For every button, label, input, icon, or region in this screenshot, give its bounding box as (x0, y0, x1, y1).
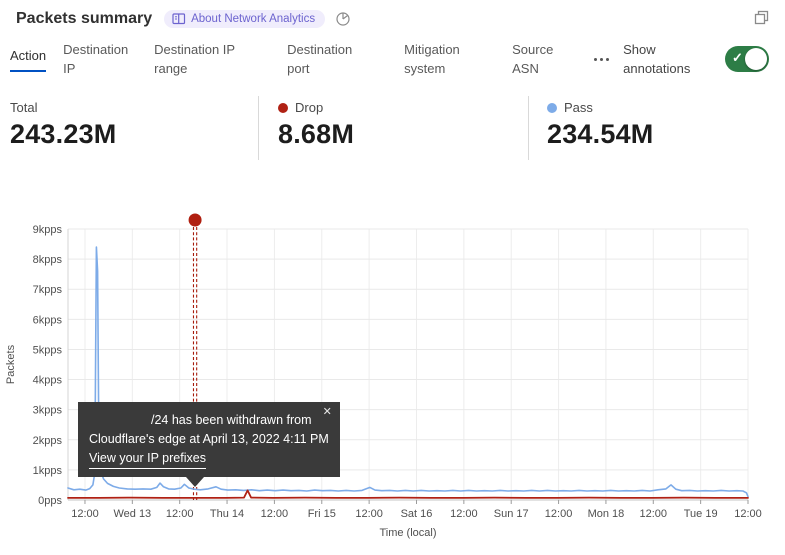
close-icon[interactable]: ✕ (323, 407, 332, 418)
x-tick-label: 12:00 (640, 508, 668, 520)
show-annotations-toggle[interactable]: ✓ (725, 46, 769, 72)
x-tick-label: Tue 19 (684, 508, 718, 520)
y-tick-label: 2kpps (33, 435, 63, 447)
y-tick-label: 3kpps (33, 405, 63, 417)
view-ip-prefixes-link[interactable]: View your IP prefixes (89, 449, 206, 469)
x-tick-label: Sun 17 (494, 508, 529, 520)
y-axis-title: Packets (5, 344, 17, 384)
x-tick-label: 12:00 (545, 508, 573, 520)
tooltip-line2: Cloudflare's edge at April 13, 2022 4:11… (89, 430, 329, 449)
annotation-tooltip: ✕ /24 has been withdrawn from Cloudflare… (78, 402, 340, 477)
annotation-marker[interactable] (189, 214, 202, 227)
x-tick-label: Fri 15 (308, 508, 336, 520)
tab-action[interactable]: Action (10, 35, 46, 83)
header: Packets summary About Network Analytics (0, 0, 785, 28)
tab-destination-port[interactable]: Destination port (287, 35, 365, 83)
drop-line (68, 490, 748, 498)
stat-drop-value: 8.68M (278, 119, 528, 150)
x-tick-label: 12:00 (166, 508, 194, 520)
y-tick-label: 4kpps (33, 375, 63, 387)
x-tick-label: Wed 13 (113, 508, 151, 520)
badge-label: About Network Analytics (191, 13, 315, 25)
y-tick-label: 5kpps (33, 344, 63, 356)
y-tick-label: 9kpps (33, 224, 63, 236)
tab-source-asn[interactable]: Source ASN (512, 35, 562, 83)
book-icon (172, 13, 186, 25)
y-tick-label: 6kpps (33, 314, 63, 326)
time-period-pie-icon[interactable] (335, 11, 351, 27)
tab-destination-ip-range[interactable]: Destination IP range (154, 35, 247, 83)
y-tick-label: 7kpps (33, 284, 63, 296)
pass-legend-dot (547, 103, 557, 113)
y-tick-label: 8kpps (33, 254, 63, 266)
check-icon: ✓ (732, 50, 743, 66)
more-tabs-icon[interactable] (592, 54, 611, 65)
drop-legend-dot (278, 103, 288, 113)
stat-total: Total 243.23M (10, 94, 258, 166)
stat-total-label: Total (10, 100, 37, 115)
x-tick-label: 12:00 (734, 508, 762, 520)
tab-mitigation-system[interactable]: Mitigation system (404, 35, 480, 83)
stat-pass-label: Pass (564, 100, 593, 115)
page-title: Packets summary (16, 10, 152, 28)
x-tick-label: 12:00 (355, 508, 383, 520)
show-annotations-label: Show annotations (623, 35, 703, 83)
x-tick-label: Thu 14 (210, 508, 244, 520)
x-axis-title: Time (local) (379, 527, 436, 539)
x-tick-label: 12:00 (450, 508, 478, 520)
about-network-analytics-badge[interactable]: About Network Analytics (164, 10, 325, 28)
stat-pass-value: 234.54M (547, 119, 653, 150)
x-tick-label: Mon 18 (588, 508, 625, 520)
x-tick-label: 12:00 (261, 508, 289, 520)
x-tick-label: Sat 16 (401, 508, 433, 520)
y-tick-label: 1kpps (33, 465, 63, 477)
expand-panel-icon[interactable] (754, 10, 769, 30)
stat-drop: Drop 8.68M (259, 94, 528, 166)
stat-pass: Pass 234.54M (529, 94, 653, 166)
summary-stats: Total 243.23M Drop 8.68M Pass 234.54M (0, 94, 785, 166)
toggle-knob (745, 48, 767, 70)
dimension-tabs: Action Destination IP Destination IP ran… (0, 34, 785, 84)
x-tick-label: 12:00 (71, 508, 99, 520)
tooltip-arrow (186, 477, 204, 487)
stat-total-value: 243.23M (10, 119, 258, 150)
stat-drop-label: Drop (295, 100, 323, 115)
y-tick-label: 0pps (38, 495, 62, 507)
tab-destination-ip[interactable]: Destination IP (63, 35, 135, 83)
tooltip-line1: /24 has been withdrawn from (89, 411, 329, 430)
